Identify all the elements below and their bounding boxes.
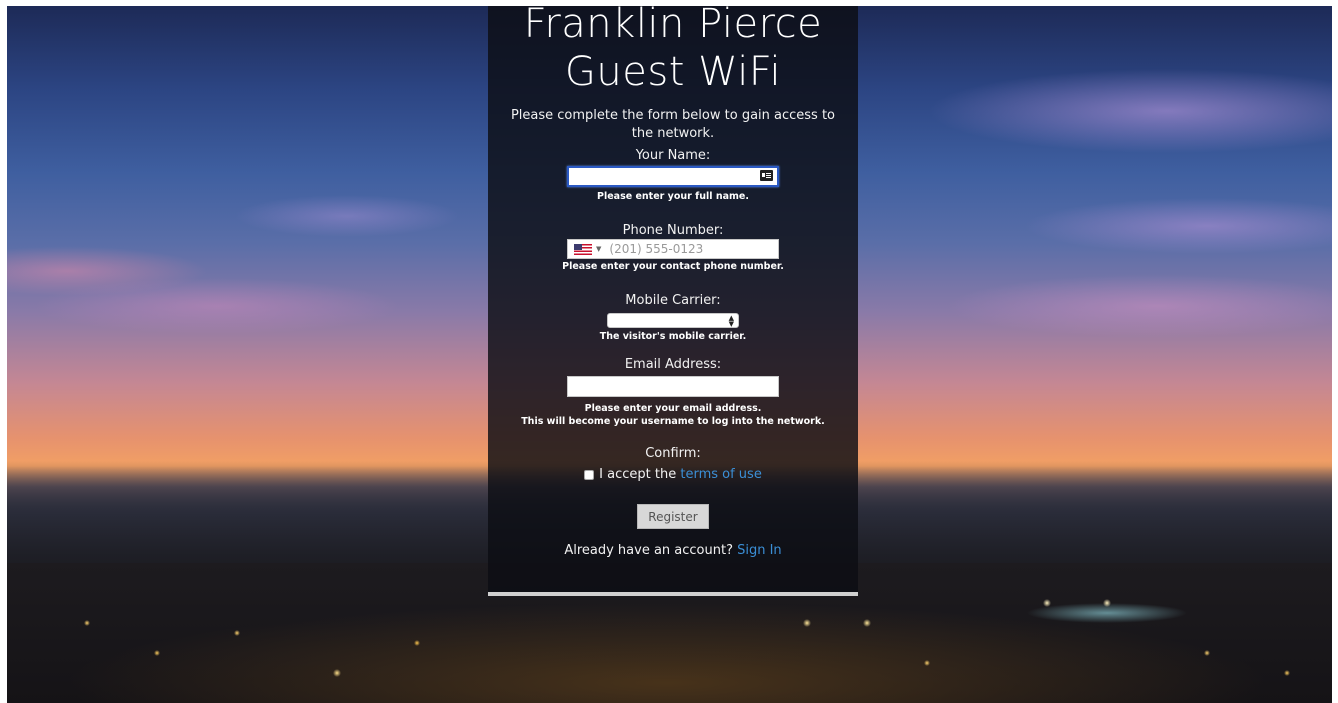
terms-checkbox[interactable] [584, 469, 595, 480]
email-label: Email Address: [624, 357, 722, 372]
email-help-line1: Please enter your email address. [584, 403, 762, 414]
carrier-select[interactable]: ▲ ▼ [607, 313, 739, 328]
sign-in-link[interactable]: Sign In [737, 543, 782, 558]
carrier-label: Mobile Carrier: [625, 293, 721, 308]
select-arrows-icon: ▲ ▼ [728, 314, 734, 328]
email-input[interactable] [567, 376, 779, 397]
carrier-help: The visitor's mobile carrier. [599, 331, 747, 342]
page-title-line1: Franklin Pierce [523, 1, 823, 47]
phone-label: Phone Number: [622, 223, 724, 238]
phone-field: ▼ [567, 239, 779, 259]
us-flag-icon[interactable] [574, 243, 592, 255]
contact-card-icon[interactable] [760, 170, 773, 181]
name-label: Your Name: [635, 148, 711, 163]
email-field-wrapper [567, 376, 779, 397]
register-wrapper: Register [488, 504, 858, 529]
page-title-line2: Guest WiFi [564, 49, 782, 95]
phone-help: Please enter your contact phone number. [562, 261, 784, 272]
name-help: Please enter your full name. [597, 191, 749, 202]
already-have-account-text: Already have an account? [564, 543, 738, 558]
register-button[interactable]: Register [637, 504, 709, 529]
name-input[interactable] [567, 166, 779, 187]
intro-text: Please complete the form below to gain a… [510, 108, 836, 141]
confirm-label: Confirm: [645, 446, 701, 461]
sign-in-row: Already have an account? Sign In [488, 543, 858, 558]
terms-of-use-link[interactable]: terms of use [680, 467, 761, 482]
registration-panel: Franklin Pierce Guest WiFi Please comple… [488, 1, 858, 596]
email-help-line2: This will become your username to log in… [521, 416, 825, 427]
terms-text: I accept the [599, 467, 681, 482]
terms-row: I accept the terms of use [488, 467, 858, 482]
name-field-wrapper [567, 166, 779, 187]
phone-input[interactable] [601, 240, 778, 258]
